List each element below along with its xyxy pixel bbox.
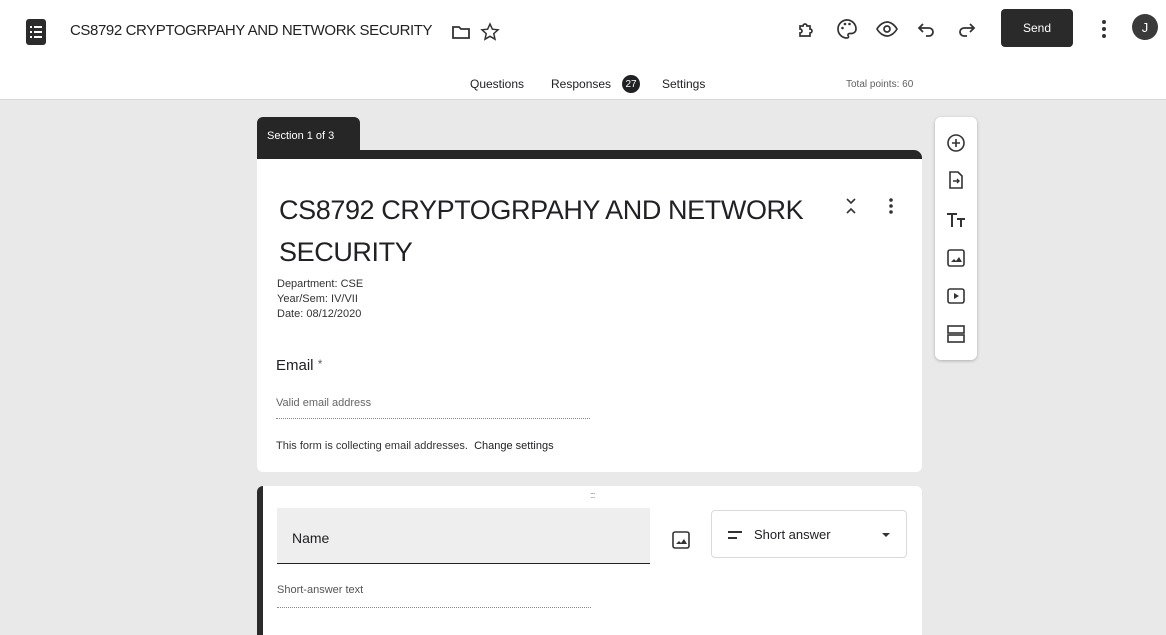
email-collect-note: This form is collecting email addresses.… — [276, 440, 554, 452]
question-card[interactable]: ::: Name Short answer Short-answer text — [257, 486, 922, 635]
redo-icon[interactable] — [954, 17, 978, 41]
more-vert-icon[interactable] — [1094, 17, 1114, 41]
question-title-field[interactable]: Name — [277, 508, 650, 564]
total-points: Total points: 60 — [846, 79, 914, 90]
form-logo-icon[interactable] — [26, 19, 46, 45]
add-image-icon[interactable] — [945, 247, 967, 269]
form-title-card[interactable]: CS8792 CRYPTOGRPAHY AND NETWORK SECURITY… — [257, 150, 922, 472]
preview-icon[interactable] — [875, 17, 899, 41]
responses-count-badge: 27 — [622, 75, 640, 93]
star-icon[interactable] — [480, 22, 500, 42]
email-label: Email * — [276, 357, 322, 374]
question-type-select[interactable]: Short answer — [711, 510, 907, 558]
folder-icon[interactable] — [451, 22, 471, 42]
top-bar: CS8792 CRYPTOGRPAHY AND NETWORK SECURITY… — [0, 0, 1166, 66]
collect-note-text: This form is collecting email addresses. — [276, 440, 468, 452]
tab-settings[interactable]: Settings — [662, 77, 705, 91]
section-more-icon[interactable] — [881, 195, 901, 217]
section-label: Section 1 of 3 — [257, 117, 360, 154]
avatar[interactable]: J — [1132, 14, 1158, 40]
description-date: Date: 08/12/2020 — [277, 308, 362, 320]
palette-icon[interactable] — [835, 17, 859, 41]
collapse-section-icon[interactable] — [841, 195, 861, 217]
tab-responses[interactable]: Responses — [551, 77, 611, 91]
short-answer-placeholder: Short-answer text — [277, 584, 591, 608]
required-asterisk: * — [317, 357, 323, 371]
add-title-icon[interactable] — [945, 209, 967, 231]
form-title[interactable]: CS8792 CRYPTOGRPAHY AND NETWORK SECURITY — [279, 189, 819, 273]
email-label-text: Email — [276, 357, 314, 374]
drag-handle[interactable]: ::: — [590, 490, 595, 500]
description-department: Department: CSE — [277, 278, 364, 290]
send-button[interactable]: Send — [1001, 9, 1073, 47]
add-section-icon[interactable] — [945, 323, 967, 345]
add-image-icon[interactable] — [671, 530, 691, 550]
form-description[interactable]: Department: CSE Year/Sem: IV/VII Date: 0… — [277, 277, 363, 322]
add-video-icon[interactable] — [945, 285, 967, 307]
tab-row: Questions Responses 27 Settings Total po… — [0, 66, 1166, 100]
import-questions-icon[interactable] — [945, 169, 967, 191]
tab-questions[interactable]: Questions — [470, 77, 524, 91]
add-question-icon[interactable] — [945, 132, 967, 154]
change-settings-link[interactable]: Change settings — [474, 440, 554, 452]
question-type-label: Short answer — [754, 527, 831, 542]
undo-icon[interactable] — [915, 17, 939, 41]
description-year-sem: Year/Sem: IV/VII — [277, 293, 358, 305]
chevron-down-icon — [882, 533, 890, 537]
document-title[interactable]: CS8792 CRYPTOGRPAHY AND NETWORK SECURITY — [70, 22, 433, 39]
short-answer-icon — [728, 531, 742, 539]
email-field[interactable]: Valid email address — [276, 395, 590, 419]
addon-icon[interactable] — [795, 17, 819, 41]
question-toolbar — [935, 117, 977, 360]
